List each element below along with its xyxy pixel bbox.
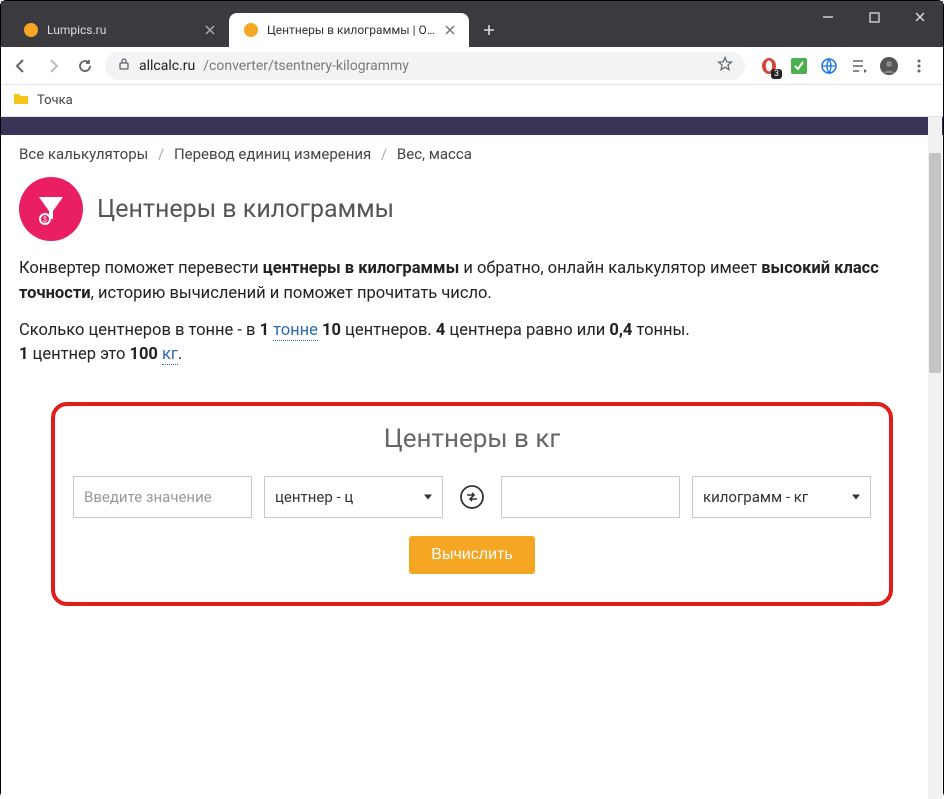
value-input[interactable]: Введите значение: [73, 476, 252, 518]
breadcrumb-separator: /: [381, 145, 387, 163]
site-header-bar: [1, 117, 943, 135]
intro-paragraph-2: Сколько центнеров в тонне - в 1 тонне 10…: [1, 313, 943, 375]
tab-label: Центнеры в килограммы | Онла: [267, 23, 435, 37]
link-kg[interactable]: кг: [162, 345, 178, 365]
window-titlebar: Lumpics.ru Центнеры в килограммы | Онла: [1, 1, 943, 47]
star-icon[interactable]: [717, 56, 733, 76]
close-icon[interactable]: [443, 23, 457, 37]
minimize-button[interactable]: [805, 1, 851, 33]
breadcrumb-separator: /: [158, 145, 164, 163]
tab-lumpics[interactable]: Lumpics.ru: [9, 13, 229, 47]
extension-icons: 3: [753, 56, 935, 76]
tab-allcalc[interactable]: Центнеры в килограммы | Онла: [229, 13, 469, 47]
scrollbar-thumb[interactable]: [929, 153, 941, 373]
bookmark-item[interactable]: Точка: [37, 93, 73, 108]
converter-row: Введите значение центнер - ц: [73, 476, 871, 518]
page-viewport: Все калькуляторы / Перевод единиц измере…: [1, 117, 943, 799]
url-path: /converter/tsentnery-kilogrammy: [203, 58, 409, 74]
close-window-button[interactable]: [897, 1, 943, 33]
forward-button[interactable]: [41, 54, 65, 78]
breadcrumb-link[interactable]: Вес, масса: [397, 145, 472, 163]
extension-globe-icon[interactable]: [819, 56, 839, 76]
breadcrumb-link[interactable]: Перевод единиц измерения: [174, 145, 371, 163]
bookmarks-bar: Точка: [1, 85, 943, 117]
profile-avatar[interactable]: [879, 56, 899, 76]
reload-button[interactable]: [73, 54, 97, 78]
category-icon: $: [19, 177, 83, 241]
svg-text:$: $: [43, 216, 47, 224]
to-unit-select[interactable]: килограмм - кг: [692, 476, 871, 518]
from-unit-select[interactable]: центнер - ц: [264, 476, 443, 518]
address-bar: allcalc.ru/converter/tsentnery-kilogramm…: [1, 47, 943, 85]
tab-label: Lumpics.ru: [47, 23, 195, 37]
scrollbar-track[interactable]: [928, 117, 942, 799]
url-box[interactable]: allcalc.ru/converter/tsentnery-kilogramm…: [105, 52, 745, 80]
calculate-button[interactable]: Вычислить: [409, 536, 534, 574]
lock-icon: [117, 57, 131, 75]
favicon-icon: [243, 22, 259, 38]
bookmark-folder-icon: [13, 91, 29, 111]
swap-button[interactable]: [455, 480, 489, 514]
url-domain: allcalc.ru: [139, 58, 195, 74]
extension-opera-icon[interactable]: 3: [759, 56, 779, 76]
title-row: $ Центнеры в килограммы: [1, 173, 943, 251]
page-title: Центнеры в килограммы: [97, 195, 394, 224]
back-button[interactable]: [9, 54, 33, 78]
media-control-icon[interactable]: [849, 56, 869, 76]
close-icon[interactable]: [203, 23, 217, 37]
intro-paragraph-1: Конвертер поможет перевести центнеры в к…: [1, 251, 943, 313]
converter-title: Центнеры в кг: [73, 424, 871, 454]
new-tab-button[interactable]: [475, 16, 503, 44]
extension-badge: 3: [771, 69, 782, 79]
breadcrumb: Все калькуляторы / Перевод единиц измере…: [1, 135, 943, 173]
menu-button[interactable]: [909, 56, 929, 76]
extension-check-icon[interactable]: [789, 56, 809, 76]
maximize-button[interactable]: [851, 1, 897, 33]
result-output: [501, 476, 680, 518]
link-ton[interactable]: тонне: [273, 321, 318, 341]
breadcrumb-link[interactable]: Все калькуляторы: [19, 145, 148, 163]
converter-panel: Центнеры в кг Введите значение центнер -…: [51, 402, 893, 606]
favicon-icon: [23, 22, 39, 38]
window-controls: [805, 1, 943, 33]
